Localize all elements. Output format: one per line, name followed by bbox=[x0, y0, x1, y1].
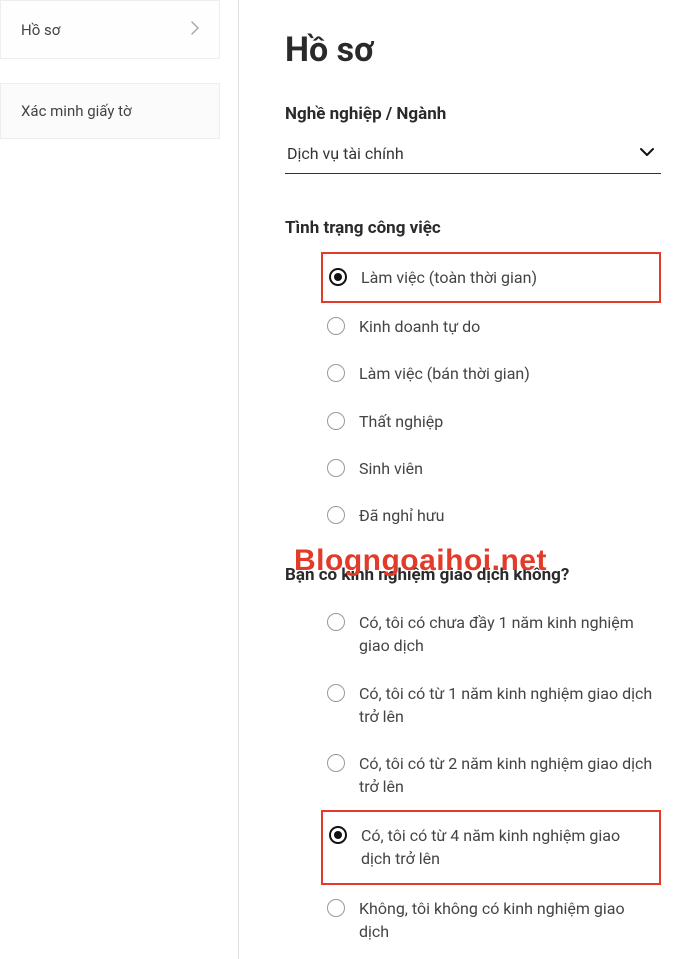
radio-label: Có, tôi có chưa đầy 1 năm kinh nghiệm gi… bbox=[359, 611, 655, 657]
radio-label: Sinh viên bbox=[359, 457, 423, 480]
radio-icon bbox=[329, 826, 347, 844]
radio-icon bbox=[327, 506, 345, 524]
employment-option-student[interactable]: Sinh viên bbox=[321, 445, 661, 492]
page-title: Hồ sơ bbox=[285, 30, 661, 70]
radio-icon bbox=[327, 754, 345, 772]
experience-option-4plus[interactable]: Có, tôi có từ 4 năm kinh nghiệm giao dịc… bbox=[321, 810, 661, 884]
main-content: Hồ sơ Nghề nghiệp / Ngành Dịch vụ tài ch… bbox=[257, 0, 681, 959]
employment-option-unemployed[interactable]: Thất nghiệp bbox=[321, 398, 661, 445]
sidebar-item-label: Xác minh giấy tờ bbox=[21, 102, 132, 120]
employment-label: Tình trạng công việc bbox=[285, 218, 661, 238]
radio-label: Có, tôi có từ 2 năm kinh nghiệm giao dịc… bbox=[359, 752, 655, 798]
employment-option-fulltime[interactable]: Làm việc (toàn thời gian) bbox=[321, 252, 661, 303]
employment-option-retired[interactable]: Đã nghỉ hưu bbox=[321, 492, 661, 539]
radio-label: Làm việc (bán thời gian) bbox=[359, 362, 530, 385]
radio-icon bbox=[327, 412, 345, 430]
sidebar: Hồ sơ Xác minh giấy tờ bbox=[0, 0, 220, 959]
radio-label: Thất nghiệp bbox=[359, 410, 443, 433]
vertical-divider bbox=[238, 0, 239, 959]
employment-option-freelance[interactable]: Kinh doanh tự do bbox=[321, 303, 661, 350]
radio-label: Đã nghỉ hưu bbox=[359, 504, 445, 527]
occupation-label: Nghề nghiệp / Ngành bbox=[285, 104, 661, 124]
sidebar-item-verify[interactable]: Xác minh giấy tờ bbox=[0, 83, 220, 139]
radio-label: Có, tôi có từ 4 năm kinh nghiệm giao dịc… bbox=[361, 824, 653, 870]
radio-icon bbox=[329, 268, 347, 286]
experience-option-1plus[interactable]: Có, tôi có từ 1 năm kinh nghiệm giao dịc… bbox=[321, 670, 661, 740]
experience-option-none[interactable]: Không, tôi không có kinh nghiệm giao dịc… bbox=[321, 885, 661, 955]
experience-radio-group: Có, tôi có chưa đầy 1 năm kinh nghiệm gi… bbox=[285, 599, 661, 955]
radio-icon bbox=[327, 613, 345, 631]
radio-icon bbox=[327, 364, 345, 382]
experience-option-under1[interactable]: Có, tôi có chưa đầy 1 năm kinh nghiệm gi… bbox=[321, 599, 661, 669]
radio-icon bbox=[327, 684, 345, 702]
occupation-select[interactable]: Dịch vụ tài chính bbox=[285, 138, 661, 174]
radio-label: Làm việc (toàn thời gian) bbox=[361, 266, 537, 289]
employment-radio-group: Làm việc (toàn thời gian) Kinh doanh tự … bbox=[285, 252, 661, 539]
radio-label: Không, tôi không có kinh nghiệm giao dịc… bbox=[359, 897, 655, 943]
occupation-select-wrap: Dịch vụ tài chính bbox=[285, 138, 661, 174]
radio-icon bbox=[327, 459, 345, 477]
chevron-right-icon bbox=[191, 19, 199, 40]
radio-label: Có, tôi có từ 1 năm kinh nghiệm giao dịc… bbox=[359, 682, 655, 728]
radio-icon bbox=[327, 899, 345, 917]
sidebar-item-label: Hồ sơ bbox=[21, 21, 60, 39]
radio-label: Kinh doanh tự do bbox=[359, 315, 480, 338]
experience-label: Bạn có kinh nghiệm giao dịch không? bbox=[285, 565, 661, 585]
sidebar-item-profile[interactable]: Hồ sơ bbox=[0, 0, 220, 59]
experience-option-2plus[interactable]: Có, tôi có từ 2 năm kinh nghiệm giao dịc… bbox=[321, 740, 661, 810]
radio-icon bbox=[327, 317, 345, 335]
employment-option-parttime[interactable]: Làm việc (bán thời gian) bbox=[321, 350, 661, 397]
